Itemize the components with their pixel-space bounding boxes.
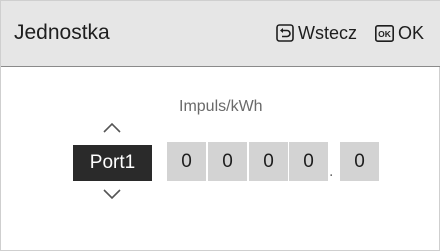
ok-label: OK [398, 22, 425, 43]
back-button[interactable]: Wstecz [276, 21, 357, 45]
decimal-digit-field[interactable]: 0 [340, 142, 379, 181]
digit-field-2[interactable]: 0 [208, 142, 247, 181]
digit-field-4[interactable]: 0 [289, 142, 328, 181]
ok-button[interactable]: OK OK [375, 21, 424, 45]
return-arrow-icon [276, 24, 294, 42]
chevron-up-icon[interactable] [102, 121, 122, 133]
digit-field-1[interactable]: 0 [167, 142, 206, 181]
page-title: Jednostka [14, 21, 110, 44]
unit-settings-screen: Jednostka Wstecz OK OK Impuls/kWh Port1 … [0, 0, 440, 251]
back-label: Wstecz [298, 22, 358, 43]
ok-key-icon: OK [375, 24, 394, 42]
ok-icon-text: OK [378, 29, 392, 39]
port-selector[interactable]: Port1 [73, 145, 152, 181]
decimal-separator: . [329, 163, 334, 180]
header-bar: Jednostka Wstecz OK OK [1, 1, 440, 67]
unit-label: Impuls/kWh [179, 98, 263, 115]
digit-field-3[interactable]: 0 [249, 142, 288, 181]
chevron-down-icon[interactable] [102, 187, 122, 200]
